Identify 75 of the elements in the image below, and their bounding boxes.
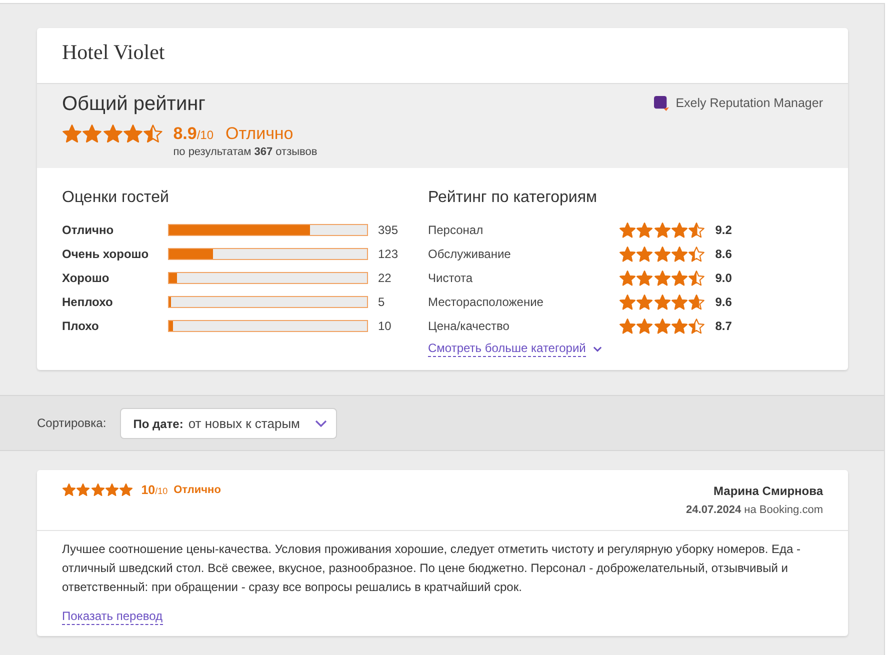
guest-ratings-title: Оценки гостей xyxy=(62,188,170,208)
star-icon xyxy=(119,483,134,497)
star-icon xyxy=(654,294,671,310)
provider-name: Exely Reputation Manager xyxy=(676,95,823,112)
star-icon xyxy=(654,318,671,334)
category-score: 9.2 xyxy=(715,223,732,237)
star-icon xyxy=(636,270,654,286)
star-icon xyxy=(636,222,654,238)
star-icon xyxy=(670,294,688,310)
rating-label: Очень хорошо xyxy=(62,247,150,261)
rating-label: Хорошо xyxy=(62,271,110,285)
star-icon xyxy=(688,270,706,286)
review-count: 22 xyxy=(378,271,392,285)
rating-label: Неплохо xyxy=(62,295,114,309)
review-count: 5 xyxy=(378,295,385,309)
category-score: 8.6 xyxy=(715,247,732,261)
category-score: 9.6 xyxy=(715,295,732,309)
star-icon xyxy=(76,483,90,497)
star-icon xyxy=(636,294,654,310)
review-summary: по результатам 367 отзывов xyxy=(173,146,318,159)
star-icon xyxy=(122,124,143,144)
review-text: Лучшее соотношение цены-качества. Условия проживания хорошие, следует отметить чистоту и регулярную уборку номеров. Еда - отличный шведский стол. Всё свежее, вкусное, разнообразное. По цене бюджетно. Персонал - доброжелательный, отзывчивый и ответственный: при обращении - сразу все вопросы решались в кратчайший срок. xyxy=(62,541,802,596)
review-count: 123 xyxy=(378,247,398,261)
star-icon xyxy=(104,483,119,497)
star-icon xyxy=(636,318,654,334)
star-icon xyxy=(619,270,636,286)
category-label: Цена/качество xyxy=(428,319,510,333)
chevron-down-icon xyxy=(592,346,602,352)
rating-score: 8.9/10 xyxy=(173,124,214,145)
star-icon xyxy=(619,318,636,334)
star-icon xyxy=(670,318,688,334)
star-icon xyxy=(90,483,105,497)
star-icon xyxy=(688,294,706,310)
review-count: 10 xyxy=(378,319,392,333)
star-icon xyxy=(82,124,102,144)
sort-label: Сортировка: xyxy=(37,415,106,432)
star-icon xyxy=(670,270,688,286)
star-icon xyxy=(619,294,636,310)
star-icon xyxy=(62,483,76,497)
rating-verdict: Отлично xyxy=(226,124,294,144)
show-translation-link[interactable]: Показать перевод xyxy=(62,608,163,625)
star-icon xyxy=(688,246,706,262)
category-label: Обслуживание xyxy=(428,247,512,261)
hotel-name: Hotel Violet xyxy=(62,40,165,64)
category-label: Чистота xyxy=(428,271,474,285)
category-label: Месторасположение xyxy=(428,295,544,309)
category-score: 9.0 xyxy=(715,271,732,285)
star-icon xyxy=(636,246,654,262)
chevron-down-icon xyxy=(315,420,328,427)
more-categories-link[interactable]: Смотреть больше категорий xyxy=(428,341,602,357)
author-name: Марина Смирнова xyxy=(712,483,823,499)
star-icon xyxy=(619,222,636,238)
star-icon xyxy=(688,222,706,238)
review-date: 24.07.2024 на Booking.com xyxy=(686,503,823,517)
review-count: 395 xyxy=(378,223,398,237)
sort-select[interactable]: По дате: от новых к старым xyxy=(120,408,338,439)
star-icon xyxy=(619,246,636,262)
star-icon xyxy=(143,124,164,144)
rating-label: Плохо xyxy=(62,319,100,333)
category-score: 8.7 xyxy=(715,319,732,333)
star-icon xyxy=(654,222,671,238)
app-logo-icon xyxy=(654,96,669,110)
star-icon xyxy=(62,124,82,144)
category-ratings-title: Рейтинг по категориям xyxy=(428,188,598,208)
star-icon xyxy=(670,222,688,238)
star-icon xyxy=(654,270,671,286)
review-score: 10/10 xyxy=(141,482,168,499)
star-icon xyxy=(654,246,671,262)
overall-rating-title: Общий рейтинг xyxy=(62,92,206,116)
star-icon xyxy=(102,124,123,144)
rating-label: Отлично xyxy=(62,223,115,237)
category-label: Персонал xyxy=(428,223,484,237)
star-icon xyxy=(670,246,688,262)
star-icon xyxy=(688,318,706,334)
review-verdict: Отлично xyxy=(174,484,221,496)
